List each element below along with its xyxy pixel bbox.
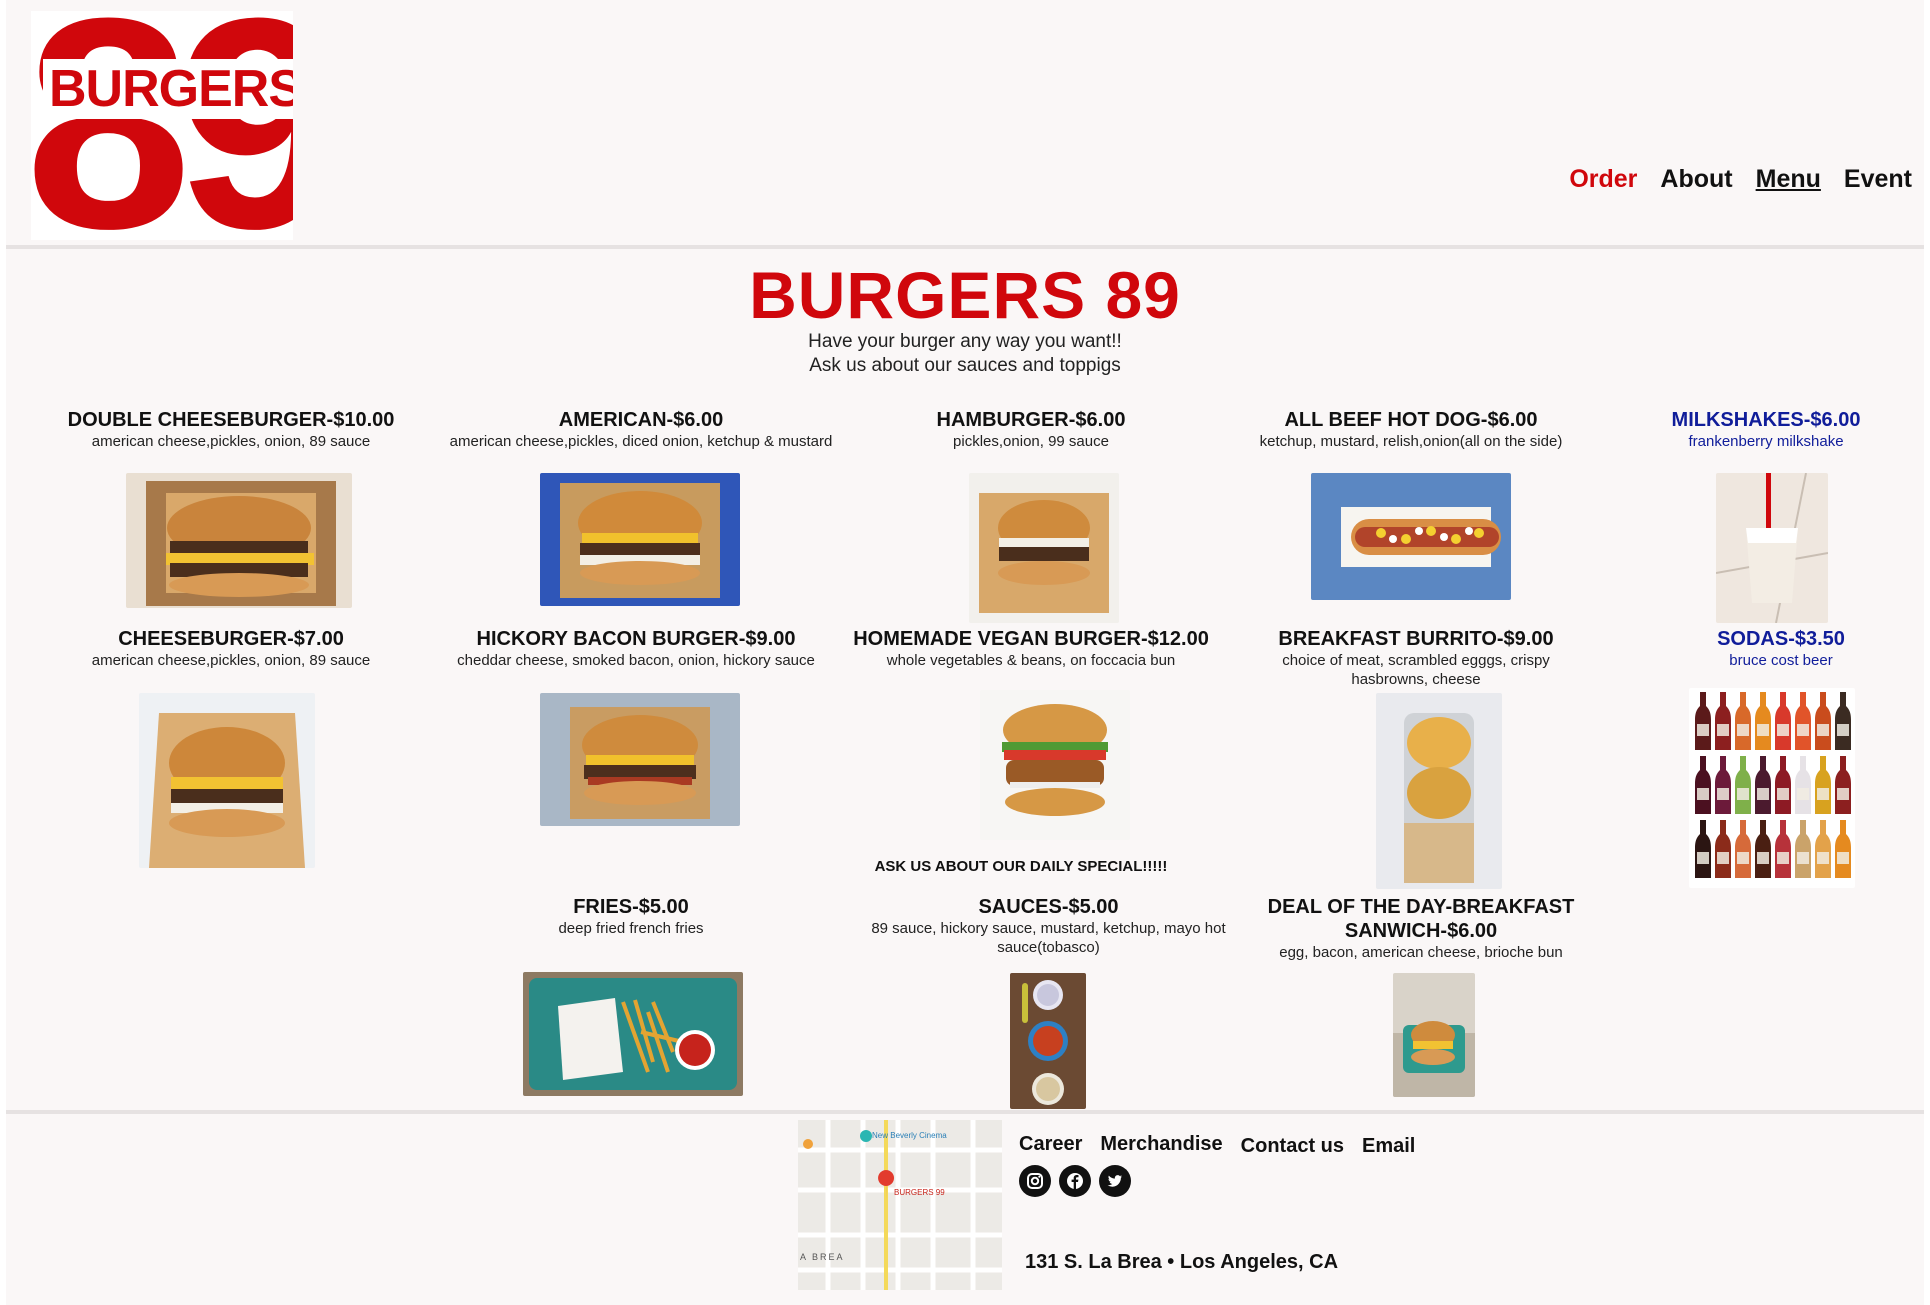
item-title: HAMBURGER-$6.00 (936, 409, 1126, 431)
item-desc: 89 sauce, hickory sauce, mustard, ketchu… (871, 920, 1226, 956)
hot-dog-photo (1311, 473, 1511, 600)
daily-special-note: ASK US ABOUT OUR DAILY SPECIAL!!!!! (874, 858, 1168, 875)
footer-email-link[interactable]: Email (1362, 1135, 1415, 1158)
item-title: SODAS-$3.50 (1717, 628, 1845, 650)
menu-item-breakfast-burrito: BREAKFAST BURRITO-$9.00 choice of meat, … (1246, 627, 1586, 689)
item-desc: choice of meat, scrambled egggs, crispy … (1282, 652, 1550, 688)
item-desc: bruce cost beer (1729, 652, 1833, 669)
facebook-icon[interactable] (1059, 1165, 1091, 1197)
menu-item-sodas: SODAS-$3.50 bruce cost beer (1616, 627, 1930, 670)
logo-number: 89 (31, 11, 293, 240)
vegan-burger-photo (980, 690, 1130, 840)
menu-item-sauces: SAUCES-$5.00 89 sauce, hickory sauce, mu… (851, 895, 1246, 957)
item-title: DEAL OF THE DAY-BREAKFAST SANWICH-$6.00 (1267, 896, 1575, 942)
item-desc: whole vegetables & beans, on foccacia bu… (886, 652, 1176, 669)
menu-item-deal-of-the-day: DEAL OF THE DAY-BREAKFAST SANWICH-$6.00 … (1256, 895, 1586, 962)
footer-divider (6, 1110, 1924, 1114)
menu-item-fries: FRIES-$5.00 deep fried french fries (496, 895, 766, 938)
footer-links: Career Merchandise Contact us Email (1019, 1133, 1415, 1158)
item-desc: ketchup, mustard, relish,onion(all on th… (1259, 433, 1563, 450)
item-title: HICKORY BACON BURGER-$9.00 (476, 628, 796, 650)
menu-item-vegan-burger: HOMEMADE VEGAN BURGER-$12.00 whole veget… (846, 627, 1216, 670)
item-desc: pickles,onion, 99 sauce (953, 433, 1109, 450)
menu-item-hickory-bacon-burger: HICKORY BACON BURGER-$9.00 cheddar chees… (446, 627, 826, 670)
menu-item-hamburger: HAMBURGER-$6.00 pickles,onion, 99 sauce (886, 408, 1176, 451)
item-desc: egg, bacon, american cheese, brioche bun (1279, 944, 1563, 961)
hamburger-photo (969, 473, 1119, 623)
sodas-photo (1689, 688, 1855, 888)
item-title: HOMEMADE VEGAN BURGER-$12.00 (853, 628, 1209, 650)
item-title: MILKSHAKES-$6.00 (1671, 409, 1861, 431)
menu-item-milkshakes: MILKSHAKES-$6.00 frankenberry milkshake (1616, 408, 1916, 451)
item-desc: american cheese,pickles, onion, 89 sauce (91, 652, 371, 669)
menu-item-double-cheeseburger: DOUBLE CHEESEBURGER-$10.00 american chee… (46, 408, 416, 451)
item-title: ALL BEEF HOT DOG-$6.00 (1284, 409, 1538, 431)
instagram-icon[interactable] (1019, 1165, 1051, 1197)
item-title: BREAKFAST BURRITO-$9.00 (1278, 628, 1554, 650)
fries-photo (523, 972, 743, 1096)
nav-menu[interactable]: Menu (1756, 165, 1821, 194)
nav-about[interactable]: About (1660, 165, 1732, 194)
footer-contact-link[interactable]: Contact us (1241, 1135, 1344, 1158)
item-desc: cheddar cheese, smoked bacon, onion, hic… (457, 652, 815, 669)
hero-subtitle-2: Ask us about our sauces and toppigs (809, 355, 1121, 376)
item-desc: american cheese,pickles, onion, 89 sauce (91, 433, 371, 450)
item-title: DOUBLE CHEESEBURGER-$10.00 (67, 409, 395, 431)
map-label-pin: BURGERS 99 (894, 1188, 945, 1197)
breakfast-sandwich-photo (1393, 973, 1475, 1097)
hero-subtitle-1: Have your burger any way you want!! (808, 331, 1122, 352)
item-title: SAUCES-$5.00 (978, 896, 1119, 918)
menu-item-hot-dog: ALL BEEF HOT DOG-$6.00 ketchup, mustard,… (1231, 408, 1591, 451)
address: 131 S. La Brea • Los Angeles, CA (1025, 1251, 1339, 1273)
item-desc: deep fried french fries (558, 920, 704, 937)
page-title: BURGERS 89 (749, 258, 1181, 332)
logo[interactable]: 89 BURGERS (31, 11, 293, 240)
twitter-icon[interactable] (1099, 1165, 1131, 1197)
map-label-area: A BREA (800, 1252, 845, 1262)
american-photo (540, 473, 740, 606)
item-desc: frankenberry milkshake (1688, 433, 1844, 450)
nav-order[interactable]: Order (1569, 165, 1637, 194)
item-desc: american cheese,pickles, diced onion, ke… (449, 433, 833, 450)
logo-word: BURGERS (43, 59, 293, 119)
header-divider (6, 245, 1924, 249)
footer-career-link[interactable]: Career (1019, 1133, 1082, 1158)
sauces-photo (1010, 973, 1086, 1109)
social-links (1019, 1165, 1131, 1197)
item-title: AMERICAN-$6.00 (558, 409, 724, 431)
main-nav: Order About Menu Event (1569, 165, 1912, 194)
menu-item-american: AMERICAN-$6.00 american cheese,pickles, … (446, 408, 836, 451)
breakfast-burrito-photo (1376, 693, 1502, 889)
item-title: CHEESEBURGER-$7.00 (118, 628, 344, 650)
double-cheeseburger-photo (126, 473, 352, 608)
hickory-bacon-burger-photo (540, 693, 740, 826)
milkshake-photo (1716, 473, 1828, 623)
cheeseburger-photo (139, 693, 315, 868)
item-title: FRIES-$5.00 (573, 896, 689, 918)
footer-merchandise-link[interactable]: Merchandise (1100, 1133, 1222, 1158)
menu-item-cheeseburger: CHEESEBURGER-$7.00 american cheese,pickl… (46, 627, 416, 670)
nav-event[interactable]: Event (1844, 165, 1912, 194)
map-label-cinema: New Beverly Cinema (872, 1131, 947, 1140)
location-map[interactable]: New Beverly Cinema BURGERS 99 A BREA (798, 1120, 1002, 1290)
page: 89 BURGERS Order About Menu Event BURGER… (6, 0, 1924, 1305)
